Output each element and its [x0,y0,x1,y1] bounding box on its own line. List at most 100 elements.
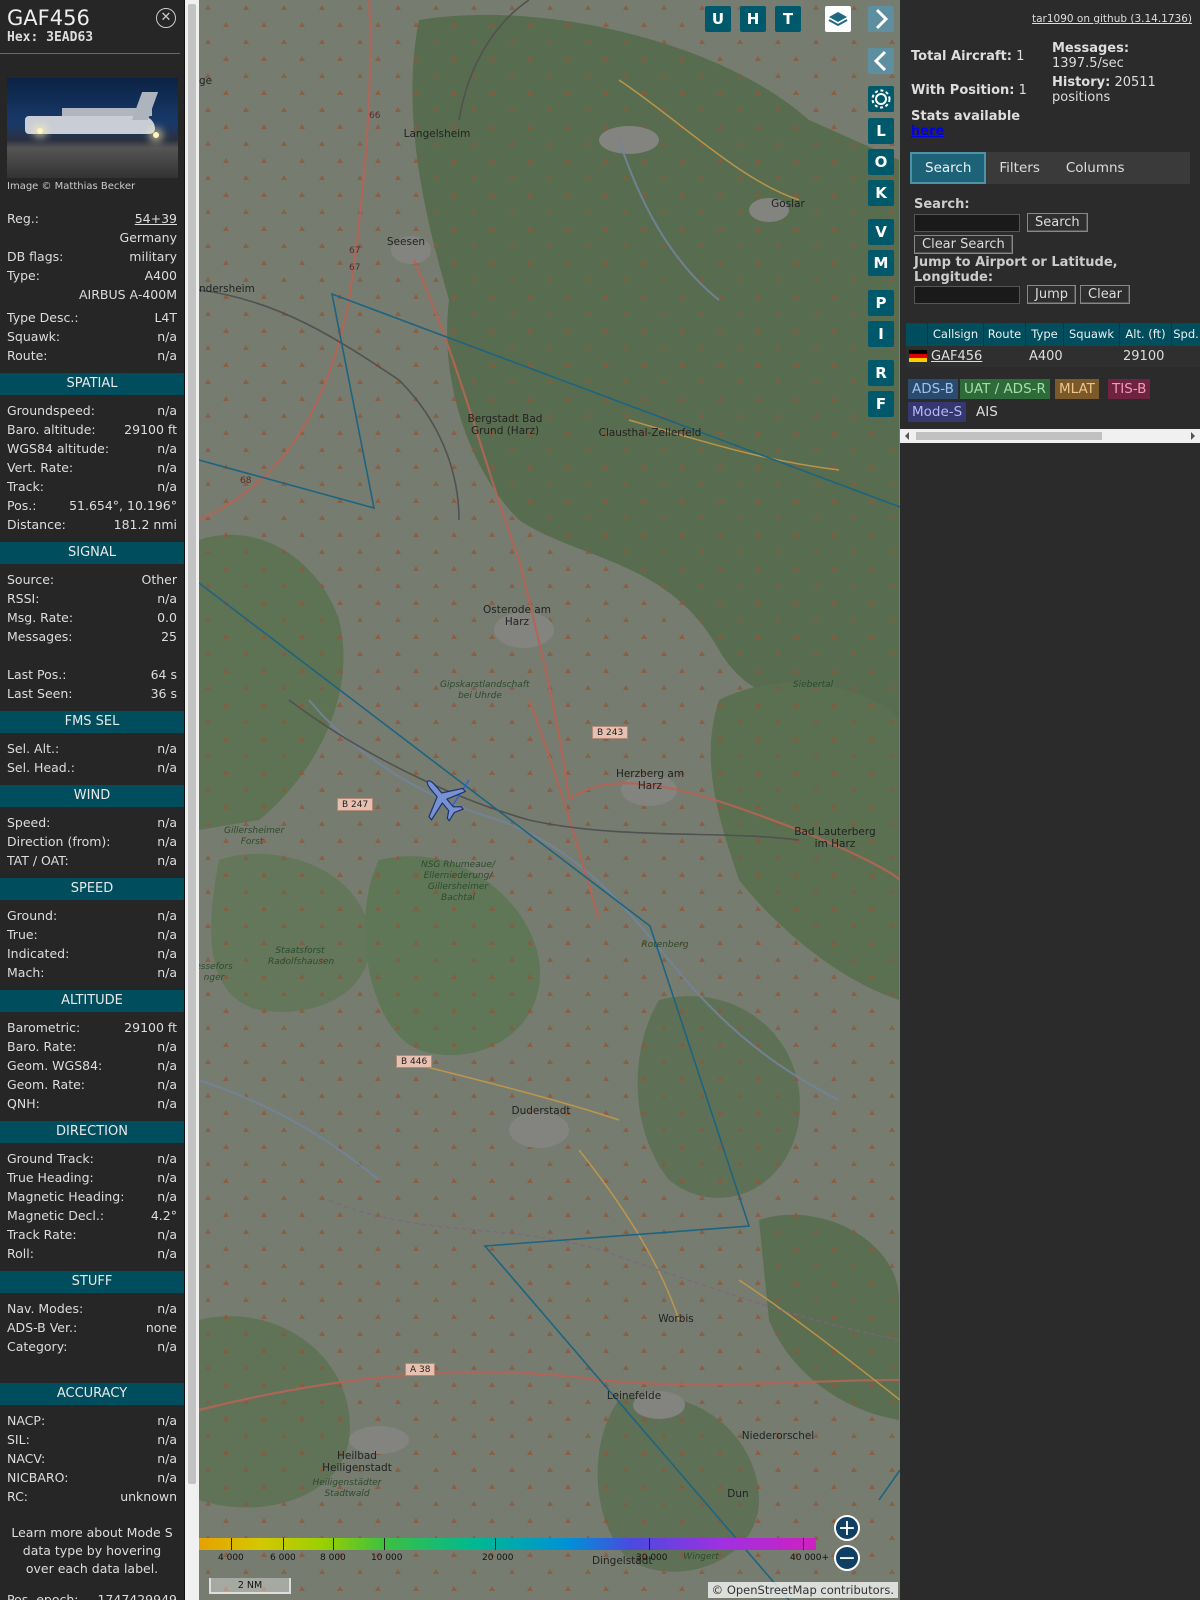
detail-value: n/a [157,965,177,980]
section-header-altitude[interactable]: ALTITUDE [0,990,184,1012]
aircraft-photo[interactable] [7,78,178,178]
table-scrollbar-thumb[interactable] [916,432,1102,440]
detail-row: Groundspeed: n/a [0,401,184,420]
detail-row: Baro. altitude: 29100 ft [0,420,184,439]
zoom-out-button[interactable]: − [834,1545,860,1571]
detail-row: Vert. Rate: n/a [0,458,184,477]
layer-button-t[interactable]: T [775,6,801,32]
column-header-type[interactable]: Type [1026,323,1064,346]
map-view[interactable]: Langelsheim Goslar Seesen ndersheim Bergstad… [199,0,900,1600]
clear-jump-button[interactable]: Clear [1080,285,1130,304]
map-toggle-o[interactable]: O [868,149,894,175]
jump-button[interactable]: Jump [1027,285,1076,304]
detail-value: n/a [157,1077,177,1092]
legend-tick-mark [333,1538,334,1550]
section-header-spatial[interactable]: SPATIAL [0,373,184,395]
map-toggle-i[interactable]: I [868,321,894,347]
clear-search-button[interactable]: Clear Search [914,235,1013,254]
column-header-squawk[interactable]: Squawk [1064,323,1120,346]
map-toggle-k[interactable]: K [868,180,894,206]
history-value: 20511 [1114,75,1156,90]
layer-button-u[interactable]: U [705,6,731,32]
map-toggle-p[interactable]: P [868,290,894,316]
collapse-left-icon[interactable] [868,48,894,74]
column-header-speed[interactable]: Spd. [1172,323,1200,346]
detail-label: Baro. Rate: [7,1039,77,1054]
detail-row: Mach: n/a [0,963,184,982]
detail-row: Track: n/a [0,477,184,496]
tab-filters[interactable]: Filters [986,152,1052,184]
detail-row: Germany [0,228,184,247]
zoom-in-button[interactable]: + [834,1515,860,1541]
detail-value: n/a [157,1301,177,1316]
tab-search[interactable]: Search [910,152,987,184]
section-header-speed[interactable]: SPEED [0,878,184,900]
detail-row: Distance: 181.2 nmi [0,515,184,534]
map-toggle-v[interactable]: V [868,219,894,245]
detail-value: n/a [157,946,177,961]
column-header-altitude[interactable]: Alt. (ft) [1120,323,1172,346]
section-header-fms-sel[interactable]: FMS SEL [0,711,184,733]
detail-row: Geom. Rate: n/a [0,1075,184,1094]
aircraft-table: Callsign Route Type Squawk Alt. (ft) Spd… [906,323,1200,367]
cell-callsign[interactable]: GAF456 [928,346,1026,367]
expand-right-icon[interactable] [868,6,894,32]
layer-button-h[interactable]: H [740,6,766,32]
source-tag: AIS [972,402,1002,422]
detail-label: Last Pos.: [7,667,67,682]
detail-value: n/a [157,1339,177,1354]
section-header-wind[interactable]: WIND [0,785,184,807]
stats-here-link[interactable]: here [911,124,944,139]
detail-label: Geom. Rate: [7,1077,86,1092]
section-header-direction[interactable]: DIRECTION [0,1121,184,1143]
section-header-accuracy[interactable]: ACCURACY [0,1383,184,1405]
detail-value: n/a [157,1413,177,1428]
detail-value: 51.654°, 10.196° [69,498,177,513]
detail-label: Nav. Modes: [7,1301,84,1316]
column-header-callsign[interactable]: Callsign [928,323,984,346]
detail-label: Ground: [7,908,58,923]
map-toggle-r[interactable]: R [868,360,894,386]
detail-label: Msg. Rate: [7,610,74,625]
map-toggle-m[interactable]: M [868,250,894,276]
detail-value: 64 s [150,667,177,682]
detail-value: 25 [161,629,177,644]
messages-value: 1397.5/sec [1052,56,1124,71]
map-toggle-l[interactable]: L [868,118,894,144]
scroll-left-icon[interactable] [902,429,912,443]
section-header-signal[interactable]: SIGNAL [0,542,184,564]
pos-epoch-row: Pos. epoch: 1747429949 [0,1590,184,1600]
table-horizontal-scrollbar[interactable] [900,429,1200,443]
settings-gear-icon[interactable] [868,86,894,112]
detail-row: NACV: n/a [0,1449,184,1468]
detail-label: Track Rate: [7,1227,77,1242]
search-input[interactable] [914,214,1020,232]
total-aircraft-label: Total Aircraft: [911,49,1012,64]
flag-column-header[interactable] [906,323,928,346]
legend-tick-label: 30 000 [636,1553,668,1563]
layers-icon[interactable] [825,6,851,32]
sidebar-scrollbar[interactable] [185,0,199,1600]
detail-label: Vert. Rate: [7,460,74,475]
road-shield-label: A 38 [405,1363,436,1376]
map-toggle-f[interactable]: F [868,391,894,417]
jump-input[interactable] [914,286,1020,304]
detail-row: Magnetic Heading: n/a [0,1187,184,1206]
legend-tick-mark [231,1538,232,1550]
close-icon[interactable]: ✕ [156,8,176,28]
github-link[interactable]: tar1090 on github (3.14.1736) [1032,13,1192,25]
detail-value[interactable]: 54+39 [135,209,177,228]
scroll-right-icon[interactable] [1188,429,1198,443]
map-nature-label: Gipskarstlandschaft bei Uhrde [440,680,530,701]
sidebar-scrollbar-thumb[interactable] [188,4,196,1484]
detail-value: 0.0 [157,610,177,625]
detail-value: n/a [157,1096,177,1111]
tab-columns[interactable]: Columns [1053,152,1138,184]
search-button[interactable]: Search [1027,213,1088,232]
table-row[interactable]: GAF456 A400 29100 [906,346,1200,367]
map-attribution[interactable]: © OpenStreetMap contributors. [707,1582,898,1598]
column-header-route[interactable]: Route [984,323,1026,346]
section-header-stuff[interactable]: STUFF [0,1271,184,1293]
detail-value: n/a [157,1432,177,1447]
detail-row: Msg. Rate: 0.0 [0,608,184,627]
